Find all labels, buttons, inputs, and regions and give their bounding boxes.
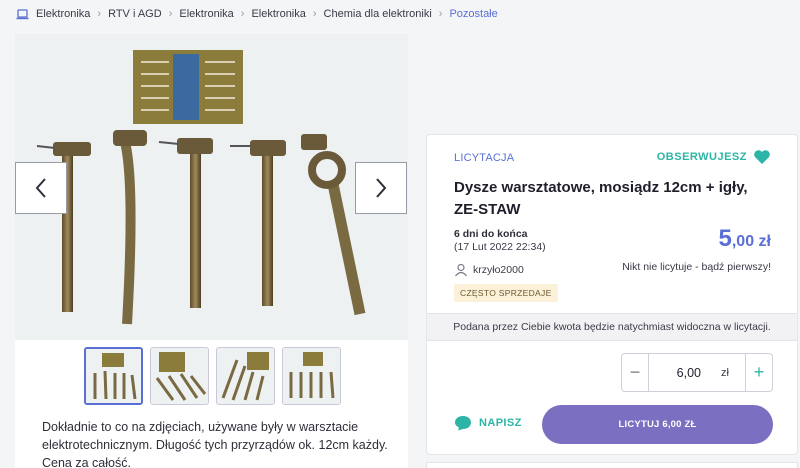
breadcrumb-separator: › xyxy=(97,8,102,20)
breadcrumb-item-current[interactable]: Pozostałe xyxy=(449,8,497,20)
breadcrumb: Elektronika › RTV i AGD › Elektronika › … xyxy=(16,6,498,22)
breadcrumb-separator: › xyxy=(240,8,245,20)
seller-link[interactable]: krzyło2000 xyxy=(454,263,524,277)
thumbnail[interactable] xyxy=(150,347,209,405)
next-card-edge xyxy=(426,462,798,468)
seller-name: krzyło2000 xyxy=(473,264,524,276)
end-date: (17 Lut 2022 22:34) xyxy=(454,241,546,253)
offer-card: LICYTACJA OBSERWUJESZ Dysze warsztatowe,… xyxy=(426,134,798,455)
message-label: NAPISZ xyxy=(479,417,522,429)
thumbnail[interactable] xyxy=(282,347,341,405)
thumbnail[interactable] xyxy=(84,347,143,405)
time-left: 6 dni do końca xyxy=(454,228,528,240)
breadcrumb-item[interactable]: Chemia dla elektroniki xyxy=(324,8,432,20)
price-fraction: ,00 zł xyxy=(731,233,771,250)
watch-label: OBSERWUJESZ xyxy=(656,151,747,163)
chat-bubble-icon xyxy=(455,416,471,431)
chevron-right-icon xyxy=(376,178,387,198)
bid-amount-field[interactable]: 6,00 zł xyxy=(648,354,746,391)
decrease-bid-button[interactable]: − xyxy=(622,354,648,391)
item-description: Dokładnie to co na zdjęciach, używane by… xyxy=(42,420,388,468)
previous-photo-button[interactable] xyxy=(15,162,67,214)
offer-type-label: LICYTACJA xyxy=(454,152,515,164)
offer-title: Dysze warsztatowe, mosiądz 12cm + igły, … xyxy=(454,179,748,218)
user-icon xyxy=(455,263,467,277)
laptop-icon xyxy=(16,8,29,19)
bid-amount-stepper: − 6,00 zł + xyxy=(621,353,773,392)
breadcrumb-item[interactable]: Elektronika xyxy=(179,8,233,20)
no-bids-text: Nikt nie licytuje - bądź pierwszy! xyxy=(622,261,771,273)
message-seller-button[interactable]: NAPISZ xyxy=(454,415,522,431)
watch-toggle[interactable]: OBSERWUJESZ xyxy=(657,149,771,165)
chevron-left-icon xyxy=(35,178,46,198)
breadcrumb-item[interactable]: Elektronika xyxy=(36,8,90,20)
price-amount: 5 xyxy=(718,225,732,252)
seller-badge: CZĘSTO SPRZEDAJE xyxy=(454,284,558,302)
current-price: 5,00 zł xyxy=(719,225,772,253)
bid-currency: zł xyxy=(721,366,729,379)
increase-bid-button[interactable]: + xyxy=(746,354,772,391)
photo-gallery: Dokładnie to co na zdjęciach, używane by… xyxy=(15,34,408,468)
heart-icon xyxy=(754,150,770,164)
breadcrumb-separator: › xyxy=(312,8,317,20)
next-photo-button[interactable] xyxy=(355,162,407,214)
thumbnail[interactable] xyxy=(216,347,275,405)
breadcrumb-separator: › xyxy=(168,8,173,20)
breadcrumb-separator: › xyxy=(438,8,443,20)
place-bid-button[interactable]: LICYTUJ 6,00 ZŁ xyxy=(542,405,773,444)
main-product-photo[interactable] xyxy=(15,34,408,340)
product-photo-image xyxy=(15,34,408,340)
bid-info-bar: Podana przez Ciebie kwota będzie natychm… xyxy=(427,313,797,341)
breadcrumb-item[interactable]: Elektronika xyxy=(251,8,305,20)
thumbnail-strip xyxy=(84,347,341,405)
breadcrumb-item[interactable]: RTV i AGD xyxy=(108,8,162,20)
bid-amount-value: 6,00 xyxy=(676,365,701,380)
